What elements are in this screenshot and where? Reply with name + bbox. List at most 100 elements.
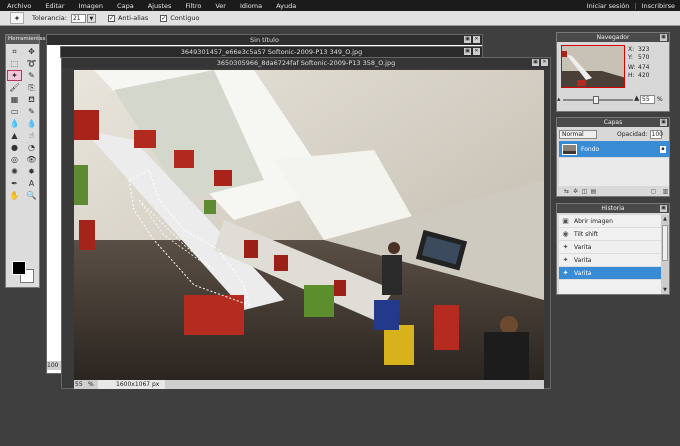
opacity-input[interactable]: 100 <box>649 129 663 139</box>
brush-icon[interactable]: 🖌 <box>7 82 22 93</box>
maximize-icon[interactable]: ▣ <box>464 36 471 43</box>
document-window-358[interactable]: 3650305966_8da6724faf Softonic-2009-P13 … <box>61 57 551 389</box>
menu-ajustes[interactable]: Ajustes <box>141 2 179 10</box>
layer-name: Fondo <box>581 145 600 153</box>
collapse-icon[interactable]: ▣ <box>660 34 667 41</box>
current-tool-wand-icon[interactable]: ✦ <box>10 12 24 24</box>
text-icon[interactable]: A <box>24 178 39 189</box>
clone-icon[interactable]: ⎘ <box>24 82 39 93</box>
sharpen-icon[interactable]: ▲ <box>7 130 22 141</box>
zoom-out-icon[interactable]: ▴ <box>557 95 561 103</box>
history-item[interactable]: ✦ Varita <box>559 254 661 267</box>
crop-icon[interactable]: ⌗ <box>7 46 22 57</box>
scroll-up-icon[interactable]: ▲ <box>661 215 669 223</box>
menu-idioma[interactable]: Idioma <box>233 2 269 10</box>
redeye-icon[interactable]: 👁 <box>24 154 39 165</box>
wand-icon: ✦ <box>562 256 569 264</box>
contiguous-checkbox[interactable]: ✓ <box>160 14 168 22</box>
gradient-icon[interactable]: ▦ <box>7 94 22 105</box>
wand-icon[interactable]: ✦ <box>7 70 22 81</box>
x-value: 323 <box>638 46 650 53</box>
menu-bar: Archivo Editar Imagen Capa Ajustes Filtr… <box>0 0 680 11</box>
window-title-358-text: 3650305966_8da6724faf Softonic-2009-P13 … <box>216 59 396 67</box>
mask-icon[interactable]: ◫ <box>581 188 588 195</box>
menu-filtro[interactable]: Filtro <box>178 2 208 10</box>
dodge-icon[interactable]: ● <box>7 142 22 153</box>
image-canvas[interactable] <box>74 70 544 380</box>
marquee-icon[interactable]: ⬚ <box>7 58 22 69</box>
burn-icon[interactable]: ◔ <box>24 142 39 153</box>
tolerance-dropdown[interactable]: ▼ <box>86 13 96 23</box>
navigator-panel: Navegador ▣ X: 323 Y: 570 W: 474 H: 420 ▴ ▲ … <box>556 32 670 112</box>
options-bar: ✦ Tolerancia: 21 ▼ ✓ Anti-alias ✓ Contig… <box>0 11 680 26</box>
maximize-icon[interactable]: ▣ <box>532 59 539 66</box>
history-item-label: Abrir imagen <box>574 217 613 225</box>
close-icon[interactable]: ✕ <box>473 36 480 43</box>
signup-link[interactable]: Inscribirse <box>637 2 680 10</box>
y-value: 570 <box>638 53 650 61</box>
history-scrollbar[interactable]: ▲ ▼ <box>661 215 669 294</box>
zoom-in-icon[interactable]: ▲ <box>634 94 639 102</box>
navigator-zoom-input[interactable]: 55 <box>640 95 655 104</box>
zoom-slider-knob[interactable] <box>593 96 599 104</box>
sponge-icon[interactable]: ◎ <box>7 154 22 165</box>
login-link[interactable]: Iniciar sesión <box>582 2 635 10</box>
bucket-icon[interactable]: ⛾ <box>24 94 39 105</box>
bloat-icon[interactable]: ✺ <box>7 166 22 177</box>
menu-editar[interactable]: Editar <box>38 2 71 10</box>
pencil-icon[interactable]: ✎ <box>24 70 39 81</box>
collapse-icon[interactable]: ▣ <box>660 205 667 212</box>
wand-icon: ✦ <box>562 243 569 251</box>
lock-icon[interactable]: ▪ <box>660 145 666 153</box>
drop-icon[interactable]: 💧 <box>7 118 22 129</box>
menu-ver[interactable]: Ver <box>208 2 233 10</box>
window-title-untitled[interactable]: Sin título ▣ ✕ <box>47 35 482 45</box>
menu-archivo[interactable]: Archivo <box>0 2 38 10</box>
h-value: 420 <box>638 71 650 79</box>
navigator-thumbnail[interactable] <box>561 45 625 88</box>
picker-icon[interactable]: ✒ <box>7 178 22 189</box>
foreground-color-swatch[interactable] <box>12 261 26 275</box>
maximize-icon[interactable]: ▣ <box>464 48 471 55</box>
layer-row[interactable]: Fondo ▪ <box>559 141 669 157</box>
smudge-icon[interactable]: ☝ <box>24 130 39 141</box>
menu-ayuda[interactable]: Ayuda <box>269 2 303 10</box>
image-dimensions: 1600x1067 px <box>98 380 166 389</box>
tolerance-input[interactable]: 21 <box>70 13 86 23</box>
history-item-label: Varita <box>574 256 592 264</box>
eraser-icon[interactable]: ▭ <box>7 106 22 117</box>
close-icon[interactable]: ✕ <box>473 48 480 55</box>
history-item-selected[interactable]: ✦ Varita <box>559 267 661 280</box>
window-title-349[interactable]: 3649301457_e66e3c5a57 Softonic-2009-P13 … <box>61 47 482 57</box>
history-item[interactable]: ✦ Varita <box>559 241 661 254</box>
move-icon[interactable]: ✥ <box>24 46 39 57</box>
window-title-358[interactable]: 3650305966_8da6724faf Softonic-2009-P13 … <box>62 58 550 68</box>
close-icon[interactable]: ✕ <box>541 59 548 66</box>
blur-icon[interactable]: 💧 <box>24 118 39 129</box>
history-item[interactable]: ▣ Abrir imagen <box>559 215 661 228</box>
front-zoom-value[interactable]: 55 <box>74 381 88 388</box>
tools-panel-title: Herramientas <box>6 35 46 44</box>
color-replace-icon[interactable]: ✎ <box>24 106 39 117</box>
tools-panel: Herramientas ⌗ ✥ ⬚ ➰ ✦ ✎ 🖌 ⎘ ▦ ⛾ ▭ ✎ 💧 💧 ▲ ☝ ● ◔ ◎ 👁 ✺ ✸ ✒ A ✋ 🔍 <box>5 34 46 288</box>
new-layer-icon[interactable]: ▢ <box>650 188 657 195</box>
folder-icon[interactable]: ▤ <box>590 188 597 195</box>
scroll-down-icon[interactable]: ▼ <box>661 286 669 294</box>
layers-list <box>559 158 669 186</box>
style-icon[interactable]: ✲ <box>572 188 579 195</box>
link-icon[interactable]: ⇆ <box>563 188 570 195</box>
menu-imagen[interactable]: Imagen <box>72 2 110 10</box>
history-item[interactable]: ◉ Tilt shift <box>559 228 661 241</box>
collapse-icon[interactable]: ▣ <box>660 119 667 126</box>
lasso-icon[interactable]: ➰ <box>24 58 39 69</box>
hand-icon[interactable]: ✋ <box>7 190 22 201</box>
antialias-checkbox[interactable]: ✓ <box>107 14 115 22</box>
history-scroll-thumb[interactable] <box>662 225 668 261</box>
tolerance-label: Tolerancia: <box>32 14 67 22</box>
zoom-slider[interactable] <box>563 96 633 104</box>
menu-capa[interactable]: Capa <box>110 2 141 10</box>
trash-icon[interactable]: ▥ <box>662 188 669 195</box>
pinch-icon[interactable]: ✸ <box>24 166 39 177</box>
blend-mode-select[interactable]: Normal <box>559 129 597 139</box>
zoom-icon[interactable]: 🔍 <box>24 190 39 201</box>
